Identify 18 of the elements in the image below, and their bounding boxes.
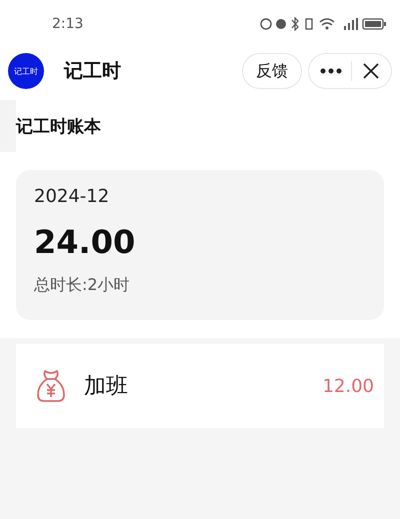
battery-icon bbox=[362, 18, 386, 30]
close-icon[interactable] bbox=[362, 62, 380, 80]
money-bag-icon bbox=[36, 369, 66, 403]
feedback-button[interactable]: 反馈 bbox=[242, 53, 302, 89]
month-label: 2024-12 bbox=[34, 186, 110, 207]
bluetooth-icon bbox=[292, 17, 299, 31]
page-title: 记工时账本 bbox=[16, 116, 101, 138]
app-title: 记工时 bbox=[64, 59, 122, 84]
app-logo: 记工时 bbox=[8, 53, 44, 89]
entry-row[interactable]: 加班 12.00 bbox=[16, 344, 384, 428]
wifi-icon bbox=[319, 18, 335, 30]
entry-label: 加班 bbox=[84, 373, 129, 401]
status-time: 2:13 bbox=[52, 16, 84, 32]
total-amount: 24.00 bbox=[34, 223, 136, 261]
signal-icon bbox=[344, 18, 358, 30]
more-icon[interactable] bbox=[320, 68, 342, 74]
entry-amount: 12.00 bbox=[322, 376, 374, 396]
total-duration: 总时长:2小时 bbox=[34, 275, 131, 296]
